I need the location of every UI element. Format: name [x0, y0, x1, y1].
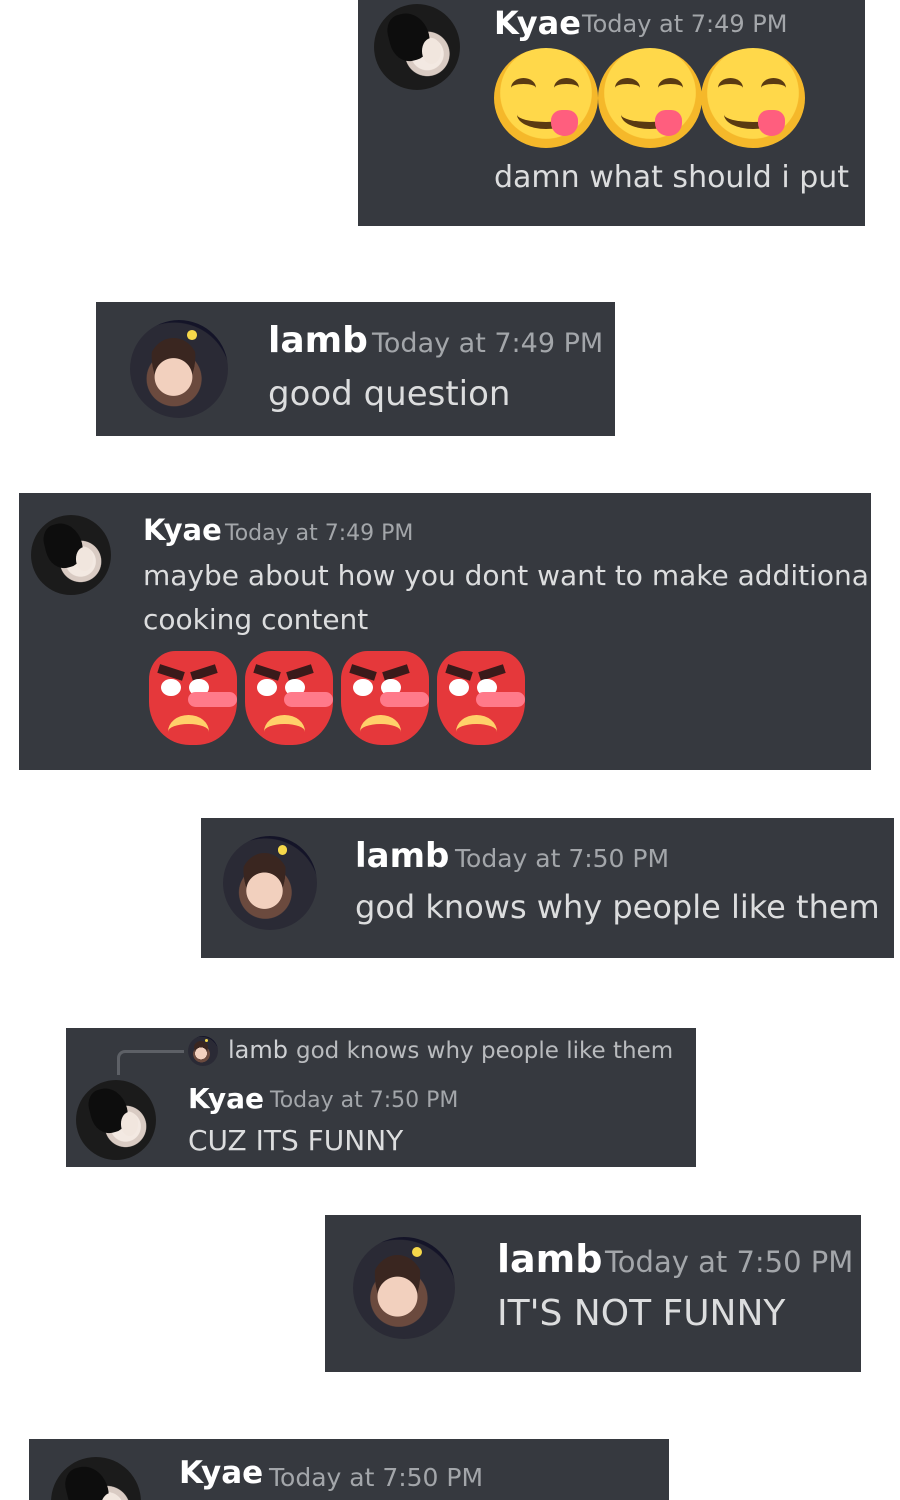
japanese-goblin-emoji	[437, 651, 525, 745]
username[interactable]: Kyae	[188, 1082, 264, 1115]
kyae-avatar[interactable]	[51, 1457, 141, 1500]
message-card: lamb Today at 7:49 PM good question	[96, 302, 615, 436]
timestamp: Today at 7:49 PM	[225, 521, 414, 546]
message-card: lamb Today at 7:50 PM god knows why peop…	[201, 818, 894, 958]
message-card: Kyae Today at 7:49 PM damn what should i…	[358, 0, 865, 226]
japanese-goblin-emoji	[341, 651, 429, 745]
reply-preview-text[interactable]: god knows why people like them	[296, 1038, 673, 1064]
username[interactable]: Kyae	[179, 1455, 263, 1491]
timestamp: Today at 7:50 PM	[269, 1463, 484, 1492]
message-text: god knows why people like them	[355, 888, 880, 926]
message-card: lamb god knows why people like them Kyae…	[66, 1028, 696, 1167]
username[interactable]: lamb	[355, 836, 449, 876]
timestamp: Today at 7:50 PM	[270, 1088, 459, 1113]
japanese-goblin-emoji	[149, 651, 237, 745]
message-text: maybe about how you dont want to make ad…	[143, 559, 871, 592]
face-savoring-food-emoji	[494, 48, 598, 148]
message-card: Kyae Today at 7:50 PM	[29, 1439, 669, 1500]
reply-username[interactable]: lamb	[228, 1036, 288, 1064]
face-savoring-food-emoji	[598, 48, 702, 148]
kyae-avatar[interactable]	[76, 1080, 156, 1160]
message-text: cooking content	[143, 603, 369, 636]
face-savoring-food-emoji	[701, 48, 805, 148]
japanese-goblin-emoji	[245, 651, 333, 745]
message-text: IT'S NOT FUNNY	[497, 1293, 786, 1334]
kyae-avatar[interactable]	[374, 4, 460, 90]
username[interactable]: Kyae	[494, 4, 581, 42]
timestamp: Today at 7:49 PM	[372, 328, 604, 359]
username[interactable]: Kyae	[143, 513, 222, 547]
reply-avatar[interactable]	[188, 1036, 218, 1066]
lamb-avatar[interactable]	[223, 836, 317, 930]
reply-connector	[117, 1050, 184, 1075]
timestamp: Today at 7:50 PM	[455, 844, 670, 873]
kyae-avatar[interactable]	[31, 515, 111, 595]
message-text: damn what should i put	[494, 160, 850, 195]
timestamp: Today at 7:49 PM	[582, 10, 788, 38]
message-text: good question	[268, 374, 511, 414]
lamb-avatar[interactable]	[353, 1237, 455, 1339]
timestamp: Today at 7:50 PM	[605, 1245, 854, 1279]
message-card: lamb Today at 7:50 PM IT'S NOT FUNNY	[325, 1215, 861, 1372]
username[interactable]: lamb	[497, 1237, 602, 1281]
username[interactable]: lamb	[268, 320, 368, 361]
message-text: CUZ ITS FUNNY	[188, 1124, 404, 1157]
message-card: Kyae Today at 7:49 PM maybe about how yo…	[19, 493, 871, 770]
lamb-avatar[interactable]	[130, 320, 228, 418]
